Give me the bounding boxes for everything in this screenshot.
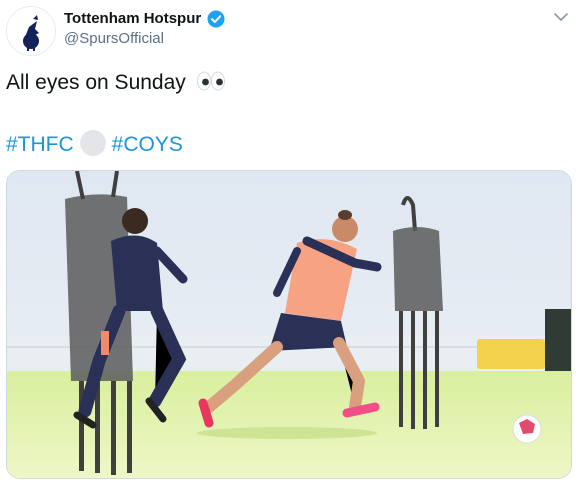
tweet-text-line: All eyes on Sunday: [6, 70, 226, 96]
hashtag-thfc[interactable]: #THFC: [6, 133, 74, 156]
football: [512, 414, 542, 444]
tweet-media-photo[interactable]: [6, 170, 572, 479]
hashtag-coys[interactable]: #COYS: [112, 133, 183, 156]
chevron-down-icon[interactable]: [552, 8, 570, 26]
display-name[interactable]: Tottenham Hotspur: [64, 10, 201, 28]
white-circle-emoji-icon: [79, 130, 106, 156]
handle[interactable]: @SpursOfficial: [64, 30, 164, 48]
training-photo: [7, 171, 571, 478]
tweet-header: Tottenham Hotspur @SpursOfficial: [0, 0, 579, 60]
cockerel-crest-icon: [7, 7, 55, 55]
tweet-text: All eyes on Sunday: [6, 71, 186, 94]
hashtag-line: #THFC #COYS: [6, 130, 183, 158]
eyes-emoji-icon: [196, 71, 225, 91]
avatar[interactable]: [6, 6, 56, 56]
verified-badge-icon: [207, 10, 225, 28]
